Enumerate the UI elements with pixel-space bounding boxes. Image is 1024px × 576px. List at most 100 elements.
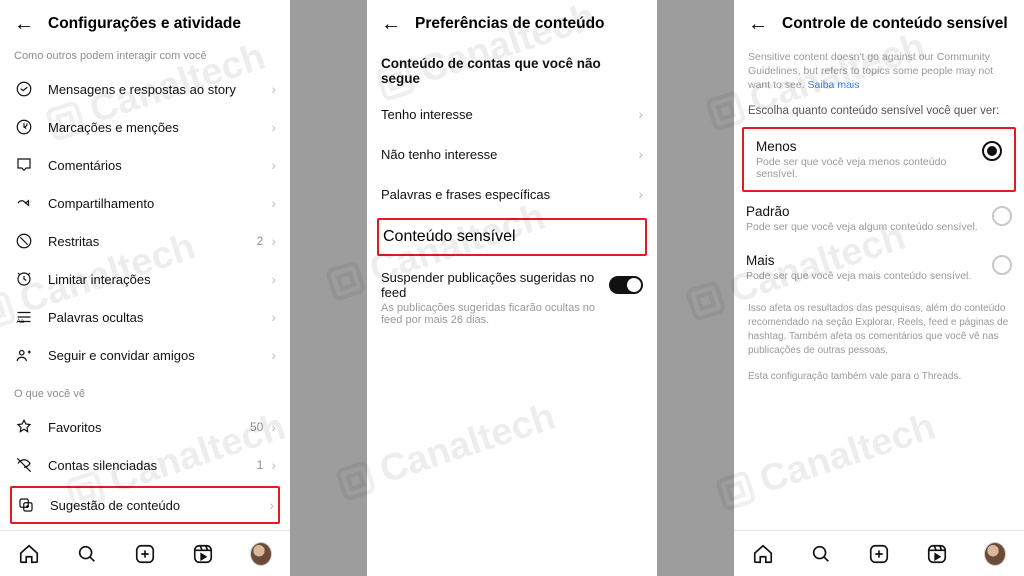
- option-desc: Pode ser que você veja mais conteúdo sen…: [746, 270, 982, 282]
- toggle-label: Suspender publicações sugeridas no feed: [381, 270, 609, 300]
- chevron-right-icon: ›: [638, 106, 643, 122]
- option-title: Padrão: [746, 204, 982, 219]
- back-icon[interactable]: ←: [748, 14, 768, 34]
- row-label: Comentários: [48, 158, 271, 173]
- suspend-suggested-toggle[interactable]: [609, 276, 643, 294]
- intro-text: Sensitive content doesn't go against our…: [734, 44, 1024, 93]
- row-icon: [14, 156, 34, 174]
- chevron-right-icon: ›: [271, 233, 276, 249]
- row-label: Contas silenciadas: [48, 458, 257, 473]
- row-icon: [14, 456, 34, 474]
- settings-row[interactable]: Sugestão de conteúdo›: [10, 486, 280, 524]
- chevron-right-icon: ›: [271, 119, 276, 135]
- row-icon: [16, 496, 36, 514]
- search-icon[interactable]: [76, 543, 98, 565]
- option-desc: Pode ser que você veja menos conteúdo se…: [756, 156, 972, 180]
- settings-row[interactable]: Limitar interações›: [0, 260, 290, 298]
- sensitivity-option[interactable]: Mais Pode ser que você veja mais conteúdo…: [734, 243, 1024, 292]
- row-icon: [14, 118, 34, 136]
- screen-content-preferences: ← Preferências de conteúdo Conteúdo de c…: [367, 0, 657, 576]
- row-icon: [14, 194, 34, 212]
- settings-row[interactable]: Compartilhamento›: [0, 184, 290, 222]
- option-desc: Pode ser que você veja algum conteúdo se…: [746, 221, 982, 233]
- settings-row[interactable]: Aa Palavras ocultas›: [0, 298, 290, 336]
- chevron-right-icon: ›: [638, 186, 643, 202]
- radio-icon[interactable]: [982, 141, 1002, 161]
- chevron-right-icon: ›: [271, 195, 276, 211]
- settings-row[interactable]: Palavras e frases específicas›: [367, 174, 657, 214]
- section-heading: Conteúdo de contas que você não segue: [367, 44, 657, 94]
- profile-avatar[interactable]: [250, 543, 272, 565]
- home-icon[interactable]: [18, 543, 40, 565]
- option-title: Menos: [756, 139, 972, 154]
- radio-icon[interactable]: [992, 255, 1012, 275]
- page-title: Configurações e atividade: [48, 15, 241, 33]
- radio-icon[interactable]: [992, 206, 1012, 226]
- chevron-right-icon: ›: [638, 146, 643, 162]
- settings-row[interactable]: Comentários›: [0, 146, 290, 184]
- row-icon: Aa: [14, 308, 34, 326]
- row-label: Restritas: [48, 234, 257, 249]
- sensitivity-option[interactable]: Padrão Pode ser que você veja algum conte…: [734, 194, 1024, 243]
- settings-row[interactable]: Favoritos50›: [0, 408, 290, 446]
- row-label: Palavras ocultas: [48, 310, 271, 325]
- chevron-right-icon: ›: [271, 81, 276, 97]
- settings-row[interactable]: Marcações e menções›: [0, 108, 290, 146]
- row-count: 50: [250, 420, 263, 434]
- row-icon: [14, 270, 34, 288]
- reels-icon[interactable]: [926, 543, 948, 565]
- chevron-right-icon: ›: [271, 419, 276, 435]
- section-caption: Como outros podem interagir com você: [0, 44, 290, 70]
- row-count: 1: [257, 458, 264, 472]
- toggle-description: As publicações sugeridas ficarão ocultas…: [381, 302, 643, 326]
- profile-avatar[interactable]: [984, 543, 1006, 565]
- settings-row[interactable]: Contas silenciadas1 ›: [0, 446, 290, 484]
- bottom-nav: [0, 530, 290, 576]
- chevron-right-icon: ›: [271, 157, 276, 173]
- create-icon[interactable]: [134, 543, 156, 565]
- sensitivity-option[interactable]: Menos Pode ser que você veja menos conteú…: [744, 129, 1014, 190]
- settings-row[interactable]: Não tenho interesse›: [367, 134, 657, 174]
- chevron-right-icon: ›: [271, 271, 276, 287]
- choose-caption: Escolha quanto conteúdo sensível você qu…: [734, 93, 1024, 125]
- chevron-right-icon: ›: [271, 457, 276, 473]
- row-icon: [14, 418, 34, 436]
- row-label: Mensagens e respostas ao story: [48, 82, 271, 97]
- reels-icon[interactable]: [192, 543, 214, 565]
- settings-row[interactable]: Seguir e convidar amigos›: [0, 336, 290, 374]
- suspend-suggested-row: Suspender publicações sugeridas no feed …: [367, 260, 657, 336]
- row-label: Conteúdo sensível: [383, 228, 641, 246]
- page-title: Preferências de conteúdo: [415, 15, 605, 33]
- row-icon: [14, 232, 34, 250]
- bottom-nav: [734, 530, 1024, 576]
- settings-row[interactable]: Tenho interesse›: [367, 94, 657, 134]
- option-title: Mais: [746, 253, 982, 268]
- fine-print: Isso afeta os resultados das pesquisas, …: [734, 292, 1024, 358]
- settings-row[interactable]: Restritas2 ›: [0, 222, 290, 260]
- back-icon[interactable]: ←: [381, 14, 401, 34]
- gap: [290, 0, 367, 576]
- settings-row[interactable]: Conteúdo sensível: [377, 218, 647, 256]
- home-icon[interactable]: [752, 543, 774, 565]
- section-caption: O que você vê: [0, 382, 290, 408]
- row-label: Sugestão de conteúdo: [50, 498, 269, 513]
- settings-row[interactable]: Mensagens e respostas ao story›: [0, 70, 290, 108]
- row-count: 2: [257, 234, 264, 248]
- row-label: Tenho interesse: [381, 107, 638, 122]
- chevron-right-icon: ›: [271, 347, 276, 363]
- chevron-right-icon: ›: [271, 309, 276, 325]
- row-icon: [14, 346, 34, 364]
- row-label: Seguir e convidar amigos: [48, 348, 271, 363]
- row-label: Não tenho interesse: [381, 147, 638, 162]
- row-label: Marcações e menções: [48, 120, 271, 135]
- row-label: Palavras e frases específicas: [381, 187, 638, 202]
- fine-print: Esta configuração também vale para o Thr…: [734, 358, 1024, 384]
- page-title: Controle de conteúdo sensível: [782, 15, 1008, 33]
- search-icon[interactable]: [810, 543, 832, 565]
- back-icon[interactable]: ←: [14, 14, 34, 34]
- learn-more-link[interactable]: Saiba mais: [808, 79, 860, 91]
- svg-text:Aa: Aa: [17, 319, 25, 325]
- gap: [657, 0, 734, 576]
- screen-sensitive-content: ← Controle de conteúdo sensível Sensitiv…: [734, 0, 1024, 576]
- create-icon[interactable]: [868, 543, 890, 565]
